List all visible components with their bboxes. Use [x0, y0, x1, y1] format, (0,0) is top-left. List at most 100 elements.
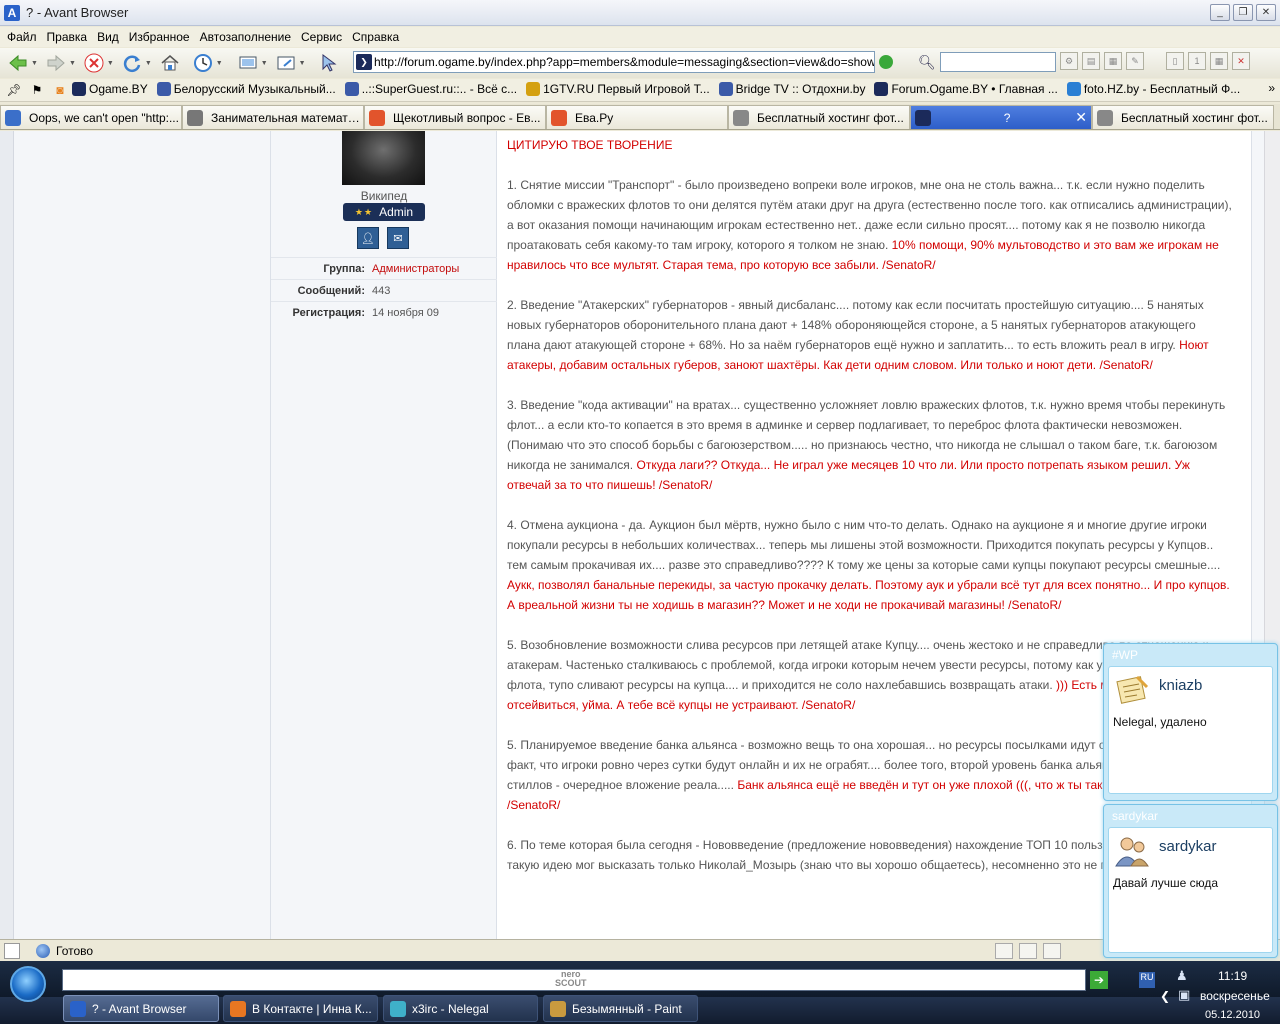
window-button[interactable]: [271, 51, 301, 75]
tray-expand-icon[interactable]: ❮: [1160, 989, 1176, 1005]
menu-view[interactable]: Вид: [92, 30, 124, 44]
info-row-registration: Регистрация: 14 ноября 09: [271, 301, 497, 323]
favorite-label: ..::SuperGuest.ru::.. - Всё с...: [361, 81, 518, 96]
favorite-item[interactable]: Ogame.BY: [69, 81, 154, 96]
tab-close-icon[interactable]: ✕: [1075, 109, 1087, 126]
favorite-item[interactable]: Forum.Ogame.BY • Главная ...: [871, 81, 1063, 96]
tab-bar: Oops, we can't open "http:... Занимательн…: [0, 104, 1280, 130]
save-page-icon[interactable]: ▤: [1082, 52, 1100, 70]
favorite-item[interactable]: foto.HZ.by - Бесплатный Ф...: [1064, 81, 1246, 96]
title-bar: A ? - Avant Browser _ ❐ ✕: [0, 0, 1280, 26]
favorite-item[interactable]: 1GTV.RU Первый Игровой Т...: [523, 81, 716, 96]
new-page-icon[interactable]: ▯: [1166, 52, 1184, 70]
send-message-icon[interactable]: ✉: [387, 227, 409, 249]
edit-icon[interactable]: ✎: [1126, 52, 1144, 70]
taskbar-label: x3irc - Nelegal: [412, 1001, 489, 1016]
profile-user-icon[interactable]: 👤︎: [357, 227, 379, 249]
organize-favorites-icon[interactable]: ⚑: [28, 81, 46, 99]
screen-icon: [239, 56, 257, 69]
chat-popup-wp[interactable]: #WP kniazb Nelegal, удалено: [1103, 643, 1278, 801]
info-label: Регистрация:: [292, 306, 365, 319]
clock-time[interactable]: 11:19: [1218, 969, 1247, 983]
tab[interactable]: Бесплатный хостинг фот...: [1092, 105, 1274, 129]
taskbar-label: ? - Avant Browser: [92, 1001, 187, 1016]
menu-tools[interactable]: Сервис: [296, 30, 347, 44]
taskbar-label: В Контакте | Инна К...: [252, 1001, 372, 1016]
menu-autofill[interactable]: Автозаполнение: [195, 30, 296, 44]
status-lock-icon[interactable]: [1043, 943, 1061, 959]
close-tab-icon[interactable]: ✕: [1232, 52, 1250, 70]
favorite-label: foto.HZ.by - Бесплатный Ф...: [1083, 81, 1241, 96]
go-button[interactable]: [879, 55, 893, 69]
status-zoom-icon[interactable]: [995, 943, 1013, 959]
tab-active[interactable]: ? ✕: [910, 105, 1092, 129]
network-icon[interactable]: ▣: [1178, 987, 1194, 1003]
favorite-item[interactable]: Bridge TV :: Отдохни.by: [716, 81, 872, 96]
menu-file[interactable]: Файл: [2, 30, 42, 44]
chat-username: sardykar: [1159, 838, 1217, 855]
tab[interactable]: Ева.Ру: [546, 105, 728, 129]
author-name[interactable]: Википед: [271, 189, 497, 203]
add-favorite-icon[interactable]: 📌︎: [5, 81, 23, 99]
quoted-text: 4. Отмена аукциона - да. Аукцион был мёр…: [507, 518, 1221, 572]
favorite-item[interactable]: Белорусский Музыкальный...: [154, 81, 342, 96]
settings-gear-icon[interactable]: ⚙: [1060, 52, 1078, 70]
minimize-button[interactable]: _: [1210, 4, 1230, 21]
quoted-text: 2. Введение "Атакерских" губернаторов - …: [507, 298, 1204, 352]
tab[interactable]: Щекотливый вопрос - Ев...: [364, 105, 546, 129]
taskbar-button[interactable]: Безымянный - Paint: [543, 995, 698, 1022]
tab[interactable]: Бесплатный хостинг фот...: [728, 105, 910, 129]
favorite-label: Белорусский Музыкальный...: [173, 81, 336, 96]
taskbar-button[interactable]: ? - Avant Browser: [63, 995, 219, 1022]
window-controls: _ ❐ ✕: [1210, 4, 1276, 21]
tab-label: Бесплатный хостинг фот...: [1121, 110, 1268, 125]
chat-popup-sardykar[interactable]: sardykar sardykar Давай лучше сюда: [1103, 804, 1278, 958]
forward-button[interactable]: [41, 51, 71, 75]
quick-search-go-icon[interactable]: ➔: [1090, 971, 1108, 989]
stop-button[interactable]: [79, 51, 109, 75]
refresh-button[interactable]: [117, 51, 147, 75]
tab-label: Занимательная математи...: [211, 110, 363, 125]
back-button[interactable]: [3, 51, 33, 75]
user-status-icon[interactable]: ♟: [1176, 968, 1192, 984]
taskbar-button[interactable]: x3irc - Nelegal: [383, 995, 538, 1022]
favorite-item[interactable]: ..::SuperGuest.ru::.. - Всё с...: [342, 81, 523, 96]
single-window-icon[interactable]: 1: [1188, 52, 1206, 70]
tab-label: Щекотливый вопрос - Ев...: [393, 110, 541, 125]
window-title: ? - Avant Browser: [26, 5, 129, 20]
tab-favicon-icon: [733, 109, 749, 126]
language-indicator-icon[interactable]: RU: [1139, 972, 1155, 988]
search-input[interactable]: [941, 53, 1051, 67]
pointer-button[interactable]: [314, 51, 344, 75]
tab-label: Ева.Ру: [575, 110, 614, 125]
menu-help[interactable]: Справка: [347, 30, 404, 44]
restore-button[interactable]: ❐: [1233, 4, 1253, 21]
status-print-icon[interactable]: [1019, 943, 1037, 959]
menu-favorites[interactable]: Избранное: [124, 30, 195, 44]
notepad-icon: [1116, 675, 1149, 704]
url-input[interactable]: [374, 55, 874, 69]
close-button[interactable]: ✕: [1256, 4, 1276, 21]
quoted-text: 6. По теме которая была сегодня - Нововв…: [507, 838, 1204, 872]
search-icon[interactable]: 🔍︎: [918, 54, 936, 71]
home-icon: [161, 55, 179, 71]
extra-toolbar-buttons: ⚙ ▤ ▦ ✎ ▯ 1 ▦ ✕: [1060, 52, 1250, 70]
print-icon[interactable]: ▦: [1104, 52, 1122, 70]
navigation-toolbar: ▼ ▼ ▼ ▼ ▼ ▼ ▼ ❯ 🔍︎ ⚙ ▤ ▦ ✎ ▯ 1 ▦: [0, 48, 1280, 78]
start-button[interactable]: [10, 966, 46, 1002]
favorites-more-icon[interactable]: »: [1268, 81, 1275, 95]
tab[interactable]: Oops, we can't open "http:...: [0, 105, 182, 129]
home-button[interactable]: [155, 51, 185, 75]
back-arrow-icon: [9, 54, 27, 72]
tile-windows-icon[interactable]: ▦: [1210, 52, 1228, 70]
info-value-group[interactable]: Администраторы: [372, 263, 459, 275]
tab[interactable]: Занимательная математи...: [182, 105, 364, 129]
menu-edit[interactable]: Правка: [42, 30, 93, 44]
chat-title: sardykar: [1112, 809, 1159, 823]
history-button[interactable]: [188, 51, 218, 75]
screen-button[interactable]: [233, 51, 263, 75]
rss-icon[interactable]: ◙: [51, 81, 69, 99]
favorite-label: Ogame.BY: [89, 81, 148, 96]
favorite-label: 1GTV.RU Первый Игровой Т...: [543, 81, 710, 96]
taskbar-button[interactable]: В Контакте | Инна К...: [223, 995, 378, 1022]
